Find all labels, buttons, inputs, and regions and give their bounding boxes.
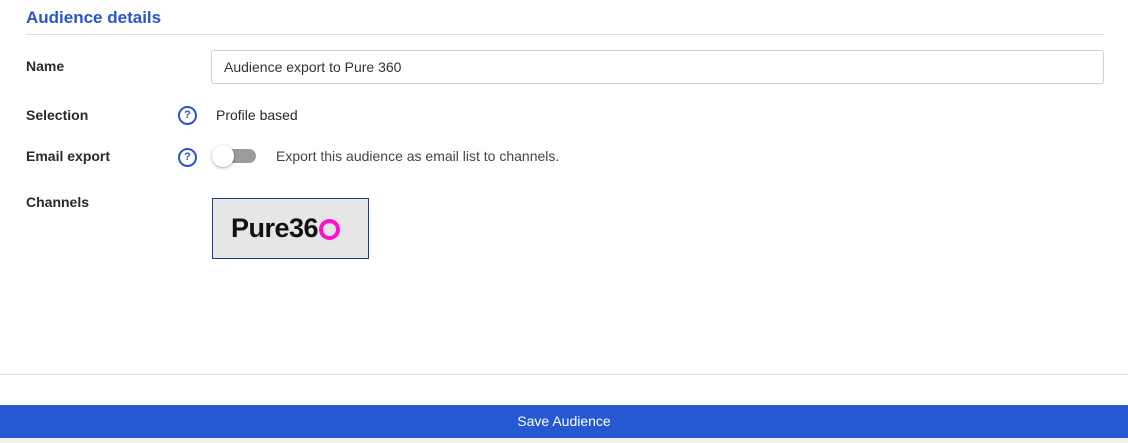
name-input[interactable] <box>211 50 1104 84</box>
question-circle-icon[interactable]: ? <box>178 148 197 167</box>
footer-divider <box>0 374 1128 375</box>
email-export-description: Export this audience as email list to ch… <box>276 148 560 164</box>
question-circle-icon[interactable]: ? <box>178 106 197 125</box>
email-export-toggle[interactable] <box>212 145 258 167</box>
section-title: Audience details <box>26 8 162 27</box>
pure360-logo: Pure36 <box>231 212 341 243</box>
channels-label: Channels <box>26 194 90 210</box>
name-label: Name <box>26 58 65 74</box>
logo-ring-icon <box>319 219 341 240</box>
selection-value: Profile based <box>216 107 298 123</box>
selection-label: Selection <box>26 107 89 123</box>
channel-tile-pure360[interactable]: Pure36 <box>212 198 369 259</box>
toggle-knob <box>212 145 234 167</box>
title-divider <box>26 34 1104 35</box>
logo-text: Pure36 <box>231 212 319 243</box>
save-audience-button[interactable]: Save Audience <box>0 405 1128 438</box>
audience-details-form: Audience details Name Selection ? Profil… <box>0 0 1128 443</box>
footer-strip <box>0 438 1128 443</box>
email-export-label: Email export <box>26 148 111 164</box>
